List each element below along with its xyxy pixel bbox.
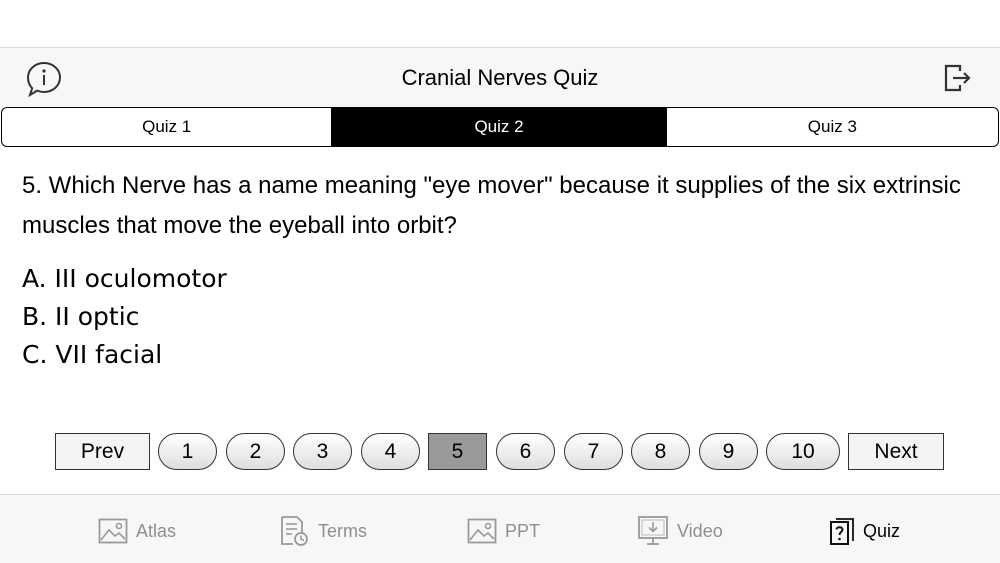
tab-terms[interactable]: Terms — [278, 515, 367, 547]
page-button-7[interactable]: 7 — [564, 433, 623, 470]
page-button-6[interactable]: 6 — [496, 433, 555, 470]
logout-button[interactable] — [940, 62, 972, 94]
page-button-10[interactable]: 10 — [766, 433, 840, 470]
next-button[interactable]: Next — [848, 433, 944, 470]
image-icon — [98, 518, 128, 544]
answer-option-b[interactable]: B. II optic — [22, 298, 227, 336]
prev-button[interactable]: Prev — [55, 433, 150, 470]
page-button-4[interactable]: 4 — [361, 433, 420, 470]
pagination: Prev 1 2 3 4 5 6 7 8 9 10 Next — [0, 433, 1000, 471]
page-button-2[interactable]: 2 — [226, 433, 285, 470]
image-icon — [467, 518, 497, 544]
question-text: 5. Which Nerve has a name meaning "eye m… — [22, 172, 961, 239]
page-button-3[interactable]: 3 — [293, 433, 352, 470]
document-clock-icon — [281, 516, 308, 546]
answer-option-a[interactable]: A. III oculomotor — [22, 260, 227, 298]
logout-icon — [944, 64, 971, 92]
page-title: Cranial Nerves Quiz — [401, 65, 599, 90]
tab-atlas[interactable]: Atlas — [98, 515, 176, 547]
page-button-5[interactable]: 5 — [428, 433, 487, 470]
tab-quiz[interactable]: Quiz — [829, 515, 900, 547]
status-bar-area — [0, 0, 1000, 48]
quiz-segmented-control: Quiz 1 Quiz 2 Quiz 3 — [1, 107, 999, 147]
answer-option-c[interactable]: C. VII facial — [22, 336, 227, 374]
tab-quiz-2[interactable]: Quiz 2 — [331, 108, 666, 146]
navigation-bar: Cranial Nerves Quiz — [0, 48, 1000, 107]
tab-video[interactable]: Video — [637, 515, 723, 547]
tab-quiz-3[interactable]: Quiz 3 — [665, 108, 998, 146]
tab-video-label: Video — [677, 520, 723, 541]
quiz-icon — [830, 518, 854, 545]
bottom-tab-bar: Atlas Terms PPT Video Quiz — [0, 494, 1000, 563]
tab-terms-label: Terms — [318, 520, 367, 541]
monitor-download-icon — [638, 516, 668, 545]
tab-ppt-label: PPT — [505, 520, 541, 541]
page-button-8[interactable]: 8 — [631, 433, 690, 470]
tab-quiz-label: Quiz — [863, 520, 901, 541]
page-button-9[interactable]: 9 — [699, 433, 758, 470]
tab-atlas-label: Atlas — [136, 520, 177, 541]
tab-quiz-1[interactable]: Quiz 1 — [2, 108, 331, 146]
page-button-1[interactable]: 1 — [158, 433, 217, 470]
answer-list: A. III oculomotor B. II optic C. VII fac… — [22, 260, 227, 374]
tab-ppt[interactable]: PPT — [467, 515, 540, 547]
